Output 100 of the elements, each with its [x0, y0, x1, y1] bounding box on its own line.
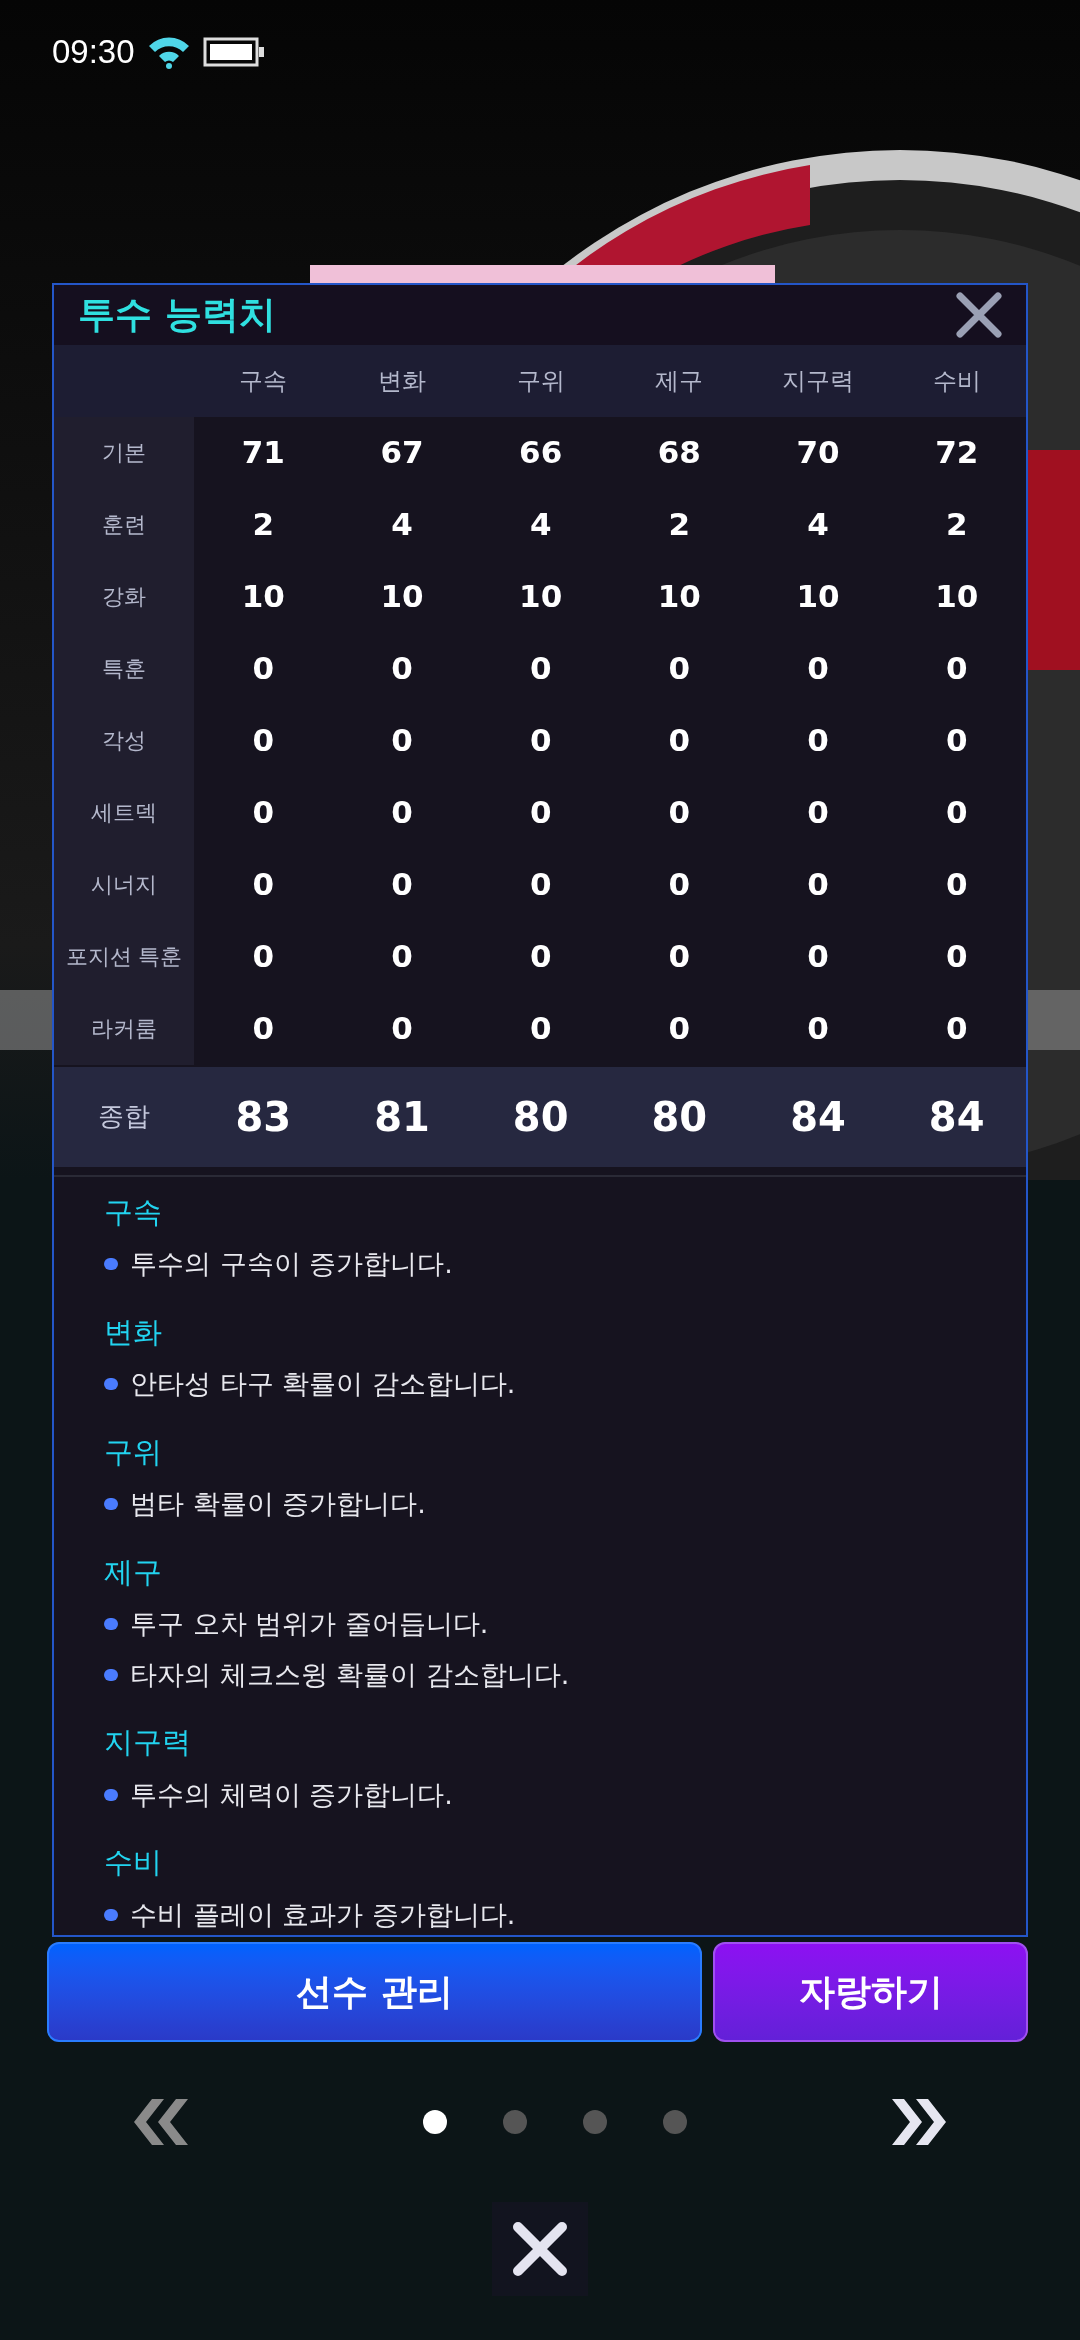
stat-value: 0: [807, 937, 829, 977]
stat-value: 0: [807, 1009, 829, 1049]
stat-value: 0: [391, 1009, 413, 1049]
stat-value: 0: [807, 793, 829, 833]
stat-value: 67: [380, 433, 424, 473]
clock-time: 09:30: [52, 32, 135, 73]
stat-value: 0: [668, 937, 691, 977]
stat-heading: 수비: [104, 1844, 163, 1881]
stat-value: 0: [252, 937, 275, 977]
description-text: 안타성 타구 확률이 감소합니다.: [130, 1367, 516, 1401]
row-label: 훈련: [102, 511, 146, 539]
stat-value: 4: [529, 505, 552, 545]
stat-value: 0: [945, 721, 968, 761]
description-text: 투구 오차 범위가 줄어듭니다.: [130, 1607, 489, 1641]
stat-value: 2: [252, 505, 275, 545]
bullet-icon: [104, 1668, 118, 1681]
close-icon: [510, 2219, 570, 2279]
stat-value: 10: [657, 577, 701, 617]
stat-value: 0: [529, 865, 552, 905]
column-header: 구속: [239, 365, 288, 397]
stat-value: 0: [807, 649, 829, 689]
stat-value: 0: [945, 937, 968, 977]
stat-value: 0: [668, 793, 691, 833]
stat-heading: 변화: [104, 1313, 163, 1351]
stat-value: 0: [529, 793, 552, 833]
stat-value: 0: [668, 865, 691, 905]
stat-value: 72: [935, 433, 979, 473]
total-label: 종합: [98, 1100, 150, 1133]
stat-value: 10: [519, 577, 563, 617]
stat-value: 0: [391, 937, 413, 977]
stat-value: 0: [252, 793, 275, 833]
bullet-icon: [104, 1378, 118, 1391]
description-text: 범타 확률이 증가합니다.: [130, 1487, 426, 1521]
stat-value: 4: [807, 505, 829, 545]
stat-heading: 지구력: [104, 1724, 192, 1761]
stat-value: 0: [252, 649, 275, 689]
stat-heading: 제구: [104, 1553, 163, 1591]
battery-icon: [202, 37, 265, 67]
stat-value: 66: [519, 433, 563, 473]
stat-value: 0: [391, 793, 413, 833]
description-text: 투수의 구속이 증가합니다.: [130, 1247, 453, 1281]
column-header: 수비: [932, 365, 981, 397]
total-value: 80: [512, 1092, 569, 1142]
stat-value: 0: [529, 937, 552, 977]
row-label: 라커룸: [91, 1015, 157, 1043]
dialog-title: 투수 능력치: [78, 292, 276, 338]
total-value: 80: [651, 1092, 708, 1142]
stat-value: 0: [945, 649, 968, 689]
total-value: 83: [235, 1092, 292, 1142]
close-icon[interactable]: [956, 291, 1002, 338]
row-label: 세트덱: [91, 799, 157, 827]
share-button[interactable]: 자랑하기: [713, 1942, 1028, 2042]
description-text: 타자의 체크스윙 확률이 감소합니다.: [130, 1657, 570, 1692]
stat-value: 0: [529, 649, 552, 689]
row-label: 시너지: [91, 871, 157, 899]
bullet-icon: [104, 1788, 118, 1801]
stat-value: 10: [796, 577, 840, 617]
bullet-icon: [104, 1618, 118, 1631]
stat-heading: 구속: [104, 1193, 163, 1231]
bullet-icon: [104, 1258, 118, 1271]
stat-value: 0: [807, 721, 829, 761]
stat-value: 10: [935, 577, 979, 617]
column-header: 지구력: [782, 365, 854, 397]
stat-value: 70: [796, 433, 840, 473]
stat-value: 2: [668, 505, 691, 545]
stat-value: 10: [241, 577, 285, 617]
stat-value: 0: [391, 721, 413, 761]
stat-value: 0: [391, 649, 413, 689]
row-label: 기본: [102, 439, 146, 467]
stat-value: 0: [668, 649, 691, 689]
stat-value: 0: [668, 721, 691, 761]
row-label: 포지션 특훈: [65, 943, 183, 971]
manage-player-button[interactable]: 선수 관리: [47, 1942, 702, 2042]
column-header: 제구: [655, 365, 704, 397]
total-value: 84: [790, 1092, 846, 1142]
column-header: 구위: [516, 365, 565, 397]
stat-value: 0: [945, 793, 968, 833]
stat-value: 10: [380, 577, 424, 617]
row-label: 각성: [102, 727, 146, 755]
stat-value: 0: [252, 721, 275, 761]
stat-value: 71: [241, 433, 285, 473]
description-text: 투수의 체력이 증가합니다.: [130, 1777, 453, 1812]
row-label: 강화: [102, 583, 146, 611]
stat-value: 0: [807, 865, 829, 905]
total-value: 84: [928, 1092, 985, 1142]
stat-value: 68: [657, 433, 701, 473]
bullet-icon: [104, 1498, 118, 1511]
close-button[interactable]: [492, 2202, 588, 2296]
stat-value: 0: [945, 865, 968, 905]
stat-value: 2: [945, 505, 968, 545]
stat-value: 0: [529, 1009, 552, 1049]
description-text: 수비 플레이 효과가 증가합니다.: [130, 1897, 516, 1932]
stat-value: 0: [252, 1009, 275, 1049]
stat-value: 0: [529, 721, 552, 761]
stat-value: 0: [391, 865, 413, 905]
stat-value: 0: [668, 1009, 691, 1049]
total-value: 81: [374, 1092, 430, 1142]
column-header: 변화: [378, 365, 426, 397]
stat-heading: 구위: [104, 1433, 163, 1471]
bullet-icon: [104, 1908, 118, 1921]
